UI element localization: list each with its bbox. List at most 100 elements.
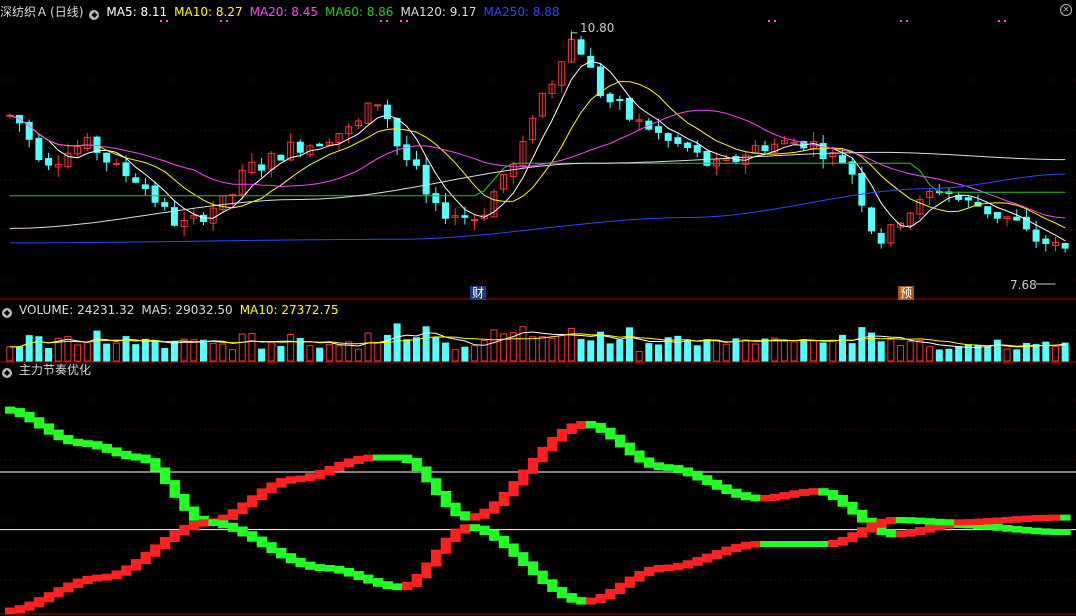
indicator-lower-segment	[934, 518, 945, 526]
indicator-upper-segment	[237, 502, 248, 515]
candle-body	[984, 206, 992, 215]
candle-body	[993, 211, 1001, 219]
volume-bar	[45, 347, 53, 362]
indicator-upper-segment	[692, 470, 703, 481]
indicator-upper-segment	[460, 511, 471, 521]
indicator-upper-segment	[750, 494, 761, 502]
indicator-lower-segment	[1021, 515, 1032, 523]
candle-body	[374, 104, 382, 107]
volume-circle-icon[interactable]: ◆	[2, 308, 12, 318]
indicator-upper-segment	[721, 484, 732, 495]
volume-bar	[471, 345, 479, 362]
volume-bar	[809, 340, 817, 362]
volume-bar	[548, 337, 556, 362]
indicator-lower-segment	[1050, 514, 1061, 521]
indicator-upper-segment	[886, 529, 897, 538]
indicator-upper-segment	[72, 438, 84, 447]
indicator-upper-segment	[1040, 528, 1052, 535]
indicator-upper-segment	[411, 457, 422, 471]
ma60-line	[9, 162, 1066, 197]
indicator-lower-segment	[963, 519, 974, 526]
indicator-lower-segment	[159, 537, 171, 550]
candle-body	[674, 137, 682, 144]
indicator-upper-segment	[527, 457, 539, 474]
indicator-upper-segment	[431, 478, 442, 496]
candle-body	[616, 99, 624, 102]
settings-circle-icon[interactable]: ◆	[89, 10, 100, 20]
volume-bar	[306, 345, 314, 362]
indicator-upper-segment	[121, 450, 132, 460]
indicator-lower-segment	[605, 588, 616, 600]
indicator-lower-segment	[150, 544, 161, 557]
volume-bar	[993, 339, 1001, 362]
candle-body	[868, 207, 876, 232]
ma120-label: MA120: 9.17	[400, 5, 477, 19]
volume-bar	[877, 341, 885, 362]
indicator-lower-segment	[663, 564, 674, 571]
indicator-upper-segment	[34, 417, 45, 429]
indicator-upper-segment	[837, 494, 848, 507]
indicator-upper-segment	[24, 411, 35, 423]
volume-bar	[461, 346, 469, 362]
indicator-upper-segment	[1011, 525, 1023, 533]
indicator-lower-segment	[179, 524, 190, 536]
indicator-lower-segment	[537, 570, 548, 585]
indicator-circle-icon[interactable]: ◆	[2, 368, 12, 378]
indicator-lower-segment	[673, 562, 684, 571]
indicator-lower-segment	[227, 522, 238, 532]
stock-name: 深纺织Ａ	[0, 5, 49, 19]
indicator-upper-segment	[556, 428, 568, 442]
volume-bar	[897, 345, 905, 362]
volume-bar	[490, 329, 498, 362]
indicator-lower-segment	[692, 557, 703, 566]
candle-body	[422, 164, 430, 195]
indicator-lower-segment	[508, 543, 519, 557]
indicator-lower-segment	[130, 559, 142, 571]
indicator-upper-segment	[179, 493, 190, 511]
ma250-line	[9, 173, 1066, 244]
candle-body	[35, 137, 43, 161]
indicator-upper-segment	[760, 495, 771, 502]
indicator-lower-segment	[450, 528, 461, 543]
close-icon[interactable]: ✕	[1060, 4, 1072, 16]
candle-body	[877, 232, 885, 244]
indicator-upper-segment	[489, 501, 500, 514]
volume-bar	[703, 339, 711, 362]
indicator-upper-segment	[401, 454, 413, 464]
volume-bar	[325, 344, 333, 362]
indicator-upper-segment	[731, 488, 742, 498]
event-tag-finance[interactable]: 财	[470, 286, 487, 300]
candle-body	[655, 126, 663, 133]
indicator-lower-segment	[857, 527, 868, 538]
indicator-lower-segment	[944, 519, 955, 526]
volume-bar	[529, 336, 537, 362]
indicator-upper-segment	[469, 513, 481, 521]
indicator-lower-segment	[431, 549, 442, 567]
volume-bar	[141, 338, 149, 362]
volume-bar	[751, 343, 759, 362]
ma5-label: MA5: 8.11	[106, 5, 168, 19]
candle-body	[471, 219, 479, 222]
indicator-upper-segment	[43, 423, 55, 435]
ma60-label: MA60: 8.86	[325, 5, 394, 19]
volume-bar	[887, 339, 895, 362]
indicator-lower-segment	[1040, 514, 1052, 522]
indicator-upper-segment	[188, 506, 200, 521]
candle-body	[277, 154, 285, 161]
candle-body	[93, 136, 101, 153]
candle-body	[141, 184, 149, 190]
event-tag-forecast[interactable]: 预	[898, 286, 915, 300]
indicator-upper-segment	[314, 469, 326, 479]
candle-body	[170, 207, 178, 226]
volume-bar	[16, 346, 24, 362]
indicator-lower-segment	[5, 607, 16, 615]
indicator-upper-segment	[614, 434, 626, 448]
indicator-lower-segment	[992, 517, 1003, 524]
volume-bar	[229, 349, 237, 362]
candle-body	[412, 159, 420, 166]
candle-body	[461, 215, 469, 218]
volume-bar	[577, 338, 585, 362]
indicator-header: ◆ 主力节奏优化	[0, 361, 98, 379]
indicator-lower-segment	[973, 518, 984, 525]
indicator-lower-segment	[285, 553, 297, 564]
